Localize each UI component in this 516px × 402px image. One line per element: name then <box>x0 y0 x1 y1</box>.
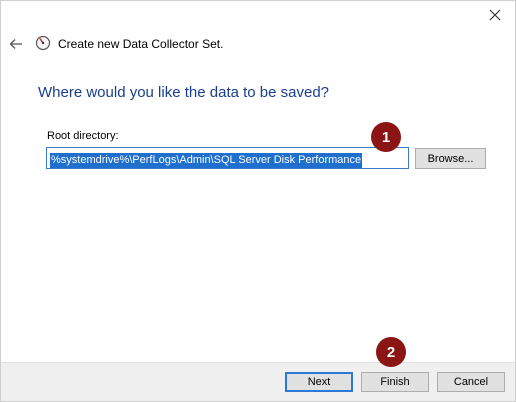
next-button[interactable]: Next <box>285 372 353 392</box>
step-callout-1: 1 <box>371 122 401 152</box>
window-title: Create new Data Collector Set. <box>58 37 224 51</box>
browse-button[interactable]: Browse... <box>415 148 486 169</box>
wizard-window <box>0 0 516 402</box>
close-button[interactable] <box>482 4 508 26</box>
root-directory-input[interactable]: %systemdrive%\PerfLogs\Admin\SQL Server … <box>46 147 409 169</box>
step-callout-2: 2 <box>376 337 406 367</box>
close-icon <box>489 9 501 21</box>
cancel-button[interactable]: Cancel <box>437 372 505 392</box>
root-directory-value: %systemdrive%\PerfLogs\Admin\SQL Server … <box>50 153 363 168</box>
page-heading: Where would you like the data to be save… <box>38 84 330 101</box>
finish-button[interactable]: Finish <box>361 372 429 392</box>
root-directory-label: Root directory: <box>47 130 119 142</box>
back-arrow-icon <box>9 39 22 49</box>
back-button[interactable] <box>8 36 24 52</box>
performance-monitor-icon <box>35 35 51 51</box>
